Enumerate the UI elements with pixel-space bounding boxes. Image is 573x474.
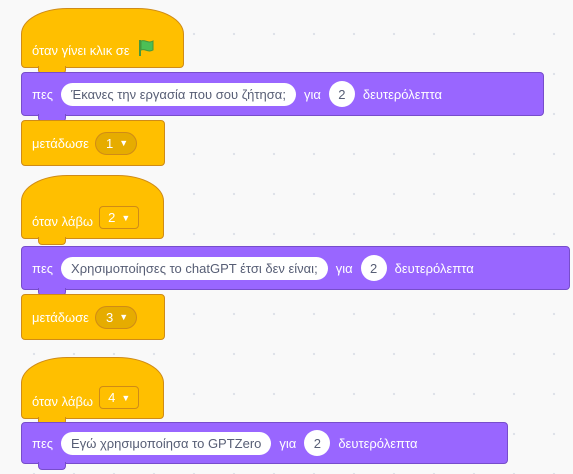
hat-label: όταν λάβω bbox=[32, 394, 94, 409]
broadcast-block[interactable]: μετάδωσε 1 ▼ bbox=[21, 120, 165, 166]
dropdown-caret-icon: ▼ bbox=[121, 392, 131, 403]
for-label: για bbox=[335, 260, 353, 276]
broadcast-value: 3 bbox=[105, 309, 114, 325]
hat-label: όταν λάβω bbox=[32, 214, 94, 229]
green-flag-icon bbox=[136, 38, 156, 58]
receive-message-dropdown[interactable]: 2 ▼ bbox=[99, 206, 140, 229]
seconds-label: δευτερόλεπτα bbox=[394, 260, 474, 276]
say-message-input[interactable]: Εγώ χρησιμοποίησα το GPTZero bbox=[61, 431, 272, 455]
receive-message-dropdown[interactable]: 4 ▼ bbox=[99, 386, 140, 409]
say-label: πες bbox=[32, 435, 54, 451]
dropdown-caret-icon: ▼ bbox=[121, 212, 131, 223]
seconds-label: δευτερόλεπτα bbox=[362, 86, 443, 102]
seconds-input[interactable]: 2 bbox=[360, 255, 387, 281]
for-label: για bbox=[279, 435, 297, 451]
when-flag-clicked-block[interactable]: όταν γίνει κλικ σε bbox=[21, 8, 184, 74]
say-for-secs-block[interactable]: πες Χρησιμοποίησες το chatGPT έτσι δεν ε… bbox=[21, 246, 570, 296]
receive-value: 4 bbox=[108, 390, 116, 405]
for-label: για bbox=[303, 86, 321, 102]
broadcast-label: μετάδωσε bbox=[32, 135, 89, 151]
seconds-label: δευτερόλεπτα bbox=[338, 435, 418, 451]
seconds-input[interactable]: 2 bbox=[304, 430, 331, 456]
broadcast-block[interactable]: μετάδωσε 3 ▼ bbox=[21, 294, 165, 340]
dropdown-caret-icon: ▼ bbox=[119, 138, 129, 148]
when-i-receive-block[interactable]: όταν λάβω 2 ▼ bbox=[21, 175, 164, 245]
hat-label: όταν γίνει κλικ σε bbox=[32, 43, 130, 58]
broadcast-message-dropdown[interactable]: 1 ▼ bbox=[94, 131, 138, 155]
say-for-secs-block[interactable]: πες Εγώ χρησιμοποίησα το GPTZero για 2 δ… bbox=[21, 422, 508, 470]
say-for-secs-block[interactable]: πες Έκανες την εργασία που σου ζήτησα; γ… bbox=[21, 72, 544, 122]
say-label: πες bbox=[32, 260, 54, 276]
dropdown-caret-icon: ▼ bbox=[119, 312, 129, 322]
broadcast-message-dropdown[interactable]: 3 ▼ bbox=[94, 305, 138, 329]
say-message-input[interactable]: Χρησιμοποίησες το chatGPT έτσι δεν είναι… bbox=[61, 256, 328, 280]
broadcast-value: 1 bbox=[105, 135, 114, 151]
say-message-input[interactable]: Έκανες την εργασία που σου ζήτησα; bbox=[61, 82, 296, 106]
receive-value: 2 bbox=[108, 210, 116, 225]
say-label: πες bbox=[32, 86, 54, 102]
broadcast-label: μετάδωσε bbox=[32, 309, 89, 325]
seconds-input[interactable]: 2 bbox=[328, 81, 355, 107]
when-i-receive-block[interactable]: όταν λάβω 4 ▼ bbox=[21, 357, 164, 425]
